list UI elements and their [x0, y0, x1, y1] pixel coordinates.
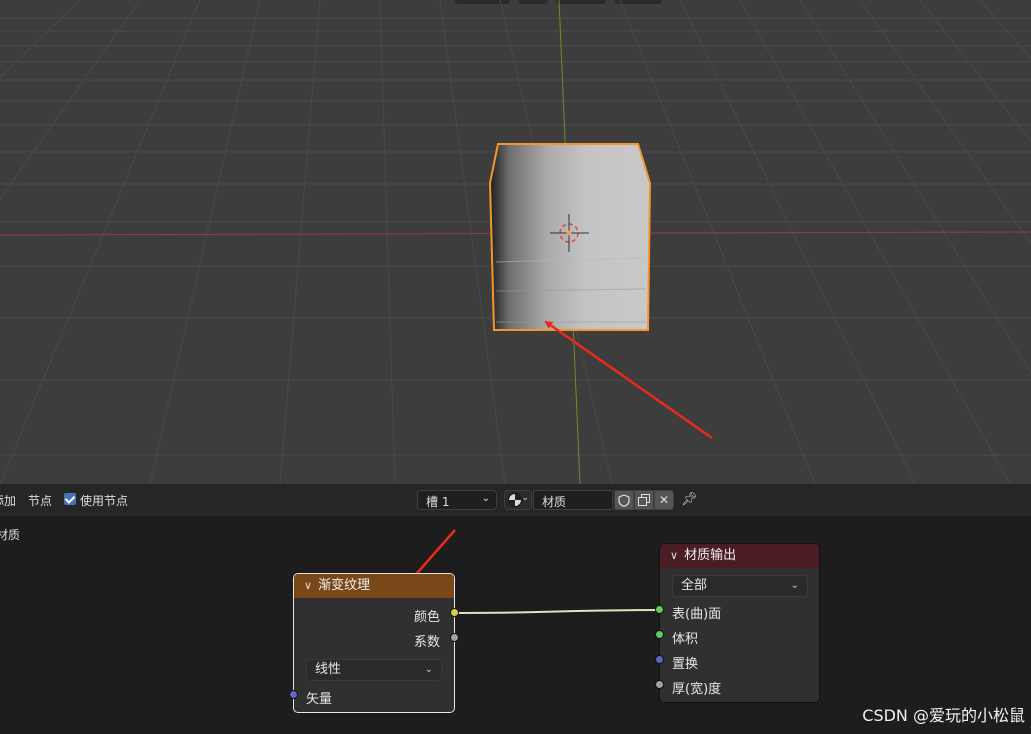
thickness-input-socket[interactable] [655, 680, 664, 689]
volume-input-socket[interactable] [655, 630, 664, 639]
gradient-type-dropdown[interactable]: 线性 ⌄ [306, 659, 442, 681]
chevron-down-icon: ⌄ [521, 493, 529, 503]
target-value: 全部 [681, 578, 708, 593]
slot-select[interactable]: 槽 1 ⌄ [417, 490, 497, 510]
input-volume-label: 体积 [672, 632, 699, 647]
factor-output-socket[interactable] [450, 633, 459, 642]
color-output-socket[interactable] [450, 608, 459, 617]
node-header[interactable]: ∨ 材质输出 [660, 544, 819, 568]
pin-icon[interactable]: 📌︎ [681, 492, 698, 507]
material-browse-button[interactable]: ⌄ [504, 490, 532, 510]
material-name-field[interactable]: 材质 [533, 490, 613, 510]
node-title: 材质输出 [684, 548, 737, 563]
unlink-material-button[interactable]: ✕ [654, 490, 674, 510]
input-thickness-label: 厚(宽)度 [672, 682, 722, 697]
chevron-down-icon: ⌄ [790, 580, 799, 591]
chevron-down-icon: ⌄ [481, 493, 490, 504]
fake-user-button[interactable] [614, 490, 634, 510]
material-name-value: 材质 [542, 495, 567, 509]
duplicate-material-button[interactable] [634, 490, 654, 510]
3d-viewport[interactable] [0, 0, 1031, 484]
chevron-down-icon[interactable]: ∨ [670, 544, 678, 568]
cube-mesh [488, 143, 652, 331]
gradient-type-value: 线性 [315, 662, 342, 677]
surface-input-socket[interactable] [655, 605, 664, 614]
shield-icon [618, 494, 630, 507]
target-dropdown[interactable]: 全部 ⌄ [672, 575, 808, 597]
material-output-node[interactable]: ∨ 材质输出 全部 ⌄ 表(曲)面 体积 置换 厚(宽)度 [659, 543, 820, 703]
use-nodes-checkbox[interactable] [64, 493, 76, 505]
menu-node[interactable]: 节点 [28, 492, 52, 509]
input-displacement-label: 置换 [672, 657, 699, 672]
node-title: 渐变纹理 [318, 578, 371, 593]
menu-add[interactable]: 添加 [0, 492, 16, 509]
node-header[interactable]: ∨ 渐变纹理 [294, 574, 454, 598]
vector-input-socket[interactable] [289, 690, 298, 699]
output-color-label: 颜色 [413, 610, 440, 625]
chevron-down-icon: ⌄ [424, 664, 433, 675]
chevron-down-icon[interactable]: ∨ [304, 574, 312, 598]
output-factor-label: 系数 [413, 635, 440, 650]
copy-icon [638, 494, 650, 506]
input-vector-label: 矢量 [306, 692, 333, 707]
gradient-texture-node[interactable]: ∨ 渐变纹理 颜色 系数 线性 ⌄ 矢量 [293, 573, 455, 713]
slot-select-value: 槽 1 [426, 495, 450, 509]
node-canvas[interactable]: 材质 ∨ 渐变纹理 颜色 系数 线性 ⌄ 矢量 ∨ 材质输出 全部 ⌄ 表(曲)… [0, 516, 1031, 734]
watermark: CSDN @爱玩的小松鼠 [862, 706, 1025, 725]
node-editor-header: 添加 节点 使用节点 槽 1 ⌄ ⌄ 材质 ✕ 📌︎ [0, 484, 1031, 516]
close-icon: ✕ [658, 493, 670, 507]
use-nodes-label[interactable]: 使用节点 [80, 492, 128, 509]
input-surface-label: 表(曲)面 [672, 607, 722, 622]
viewport-scene [0, 0, 1031, 484]
displacement-input-socket[interactable] [655, 655, 664, 664]
